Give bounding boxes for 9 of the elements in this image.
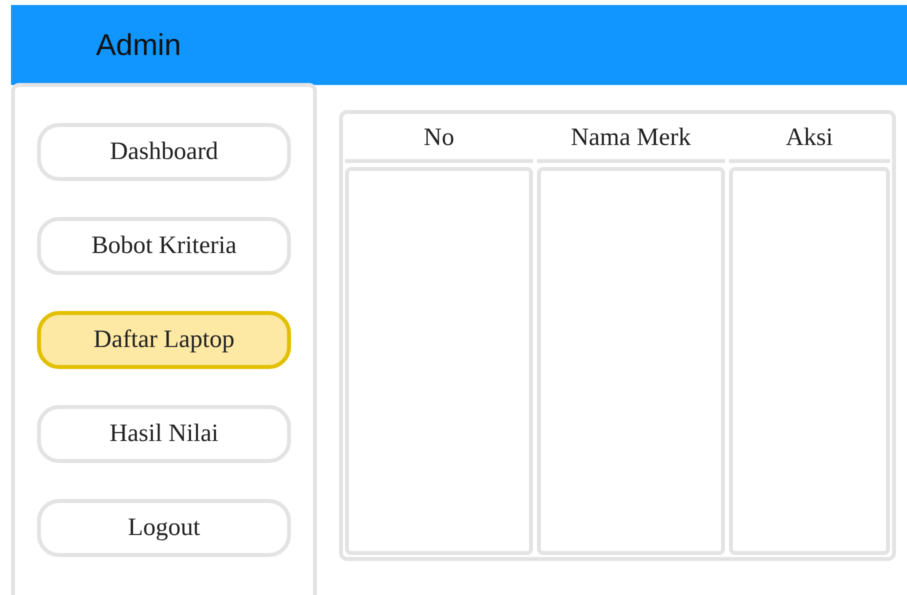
sidebar-item[interactable]: Hasil Nilai bbox=[37, 405, 291, 463]
sidebar-item[interactable]: Daftar Laptop bbox=[37, 311, 291, 369]
column-header: No bbox=[345, 116, 533, 163]
sidebar-item[interactable]: Logout bbox=[37, 499, 291, 557]
column-header: Aksi bbox=[728, 116, 890, 163]
column-header: Nama Merk bbox=[536, 116, 725, 163]
sidebar-item[interactable]: Bobot Kriteria bbox=[37, 217, 291, 275]
header-title: Admin bbox=[96, 28, 182, 64]
sidebar-item[interactable]: Dashboard bbox=[37, 123, 291, 181]
